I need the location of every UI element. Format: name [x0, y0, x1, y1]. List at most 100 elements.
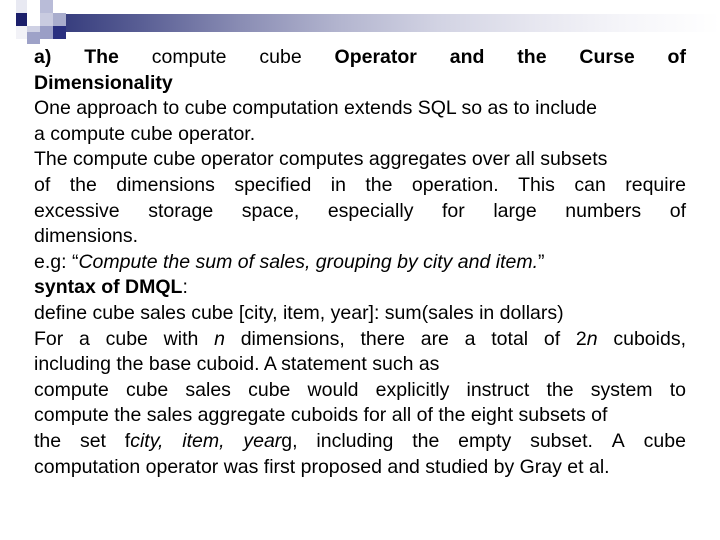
word: a: [464, 327, 476, 350]
example-suffix: ”: [538, 250, 545, 273]
heading-word: The: [84, 46, 119, 68]
heading-word: Operator: [334, 46, 417, 68]
body-line-3: The compute cube operator computes aggre…: [34, 148, 608, 171]
word: cuboids,: [613, 327, 686, 350]
body-line-13: compute the sales aggregate cuboids for …: [34, 404, 608, 427]
mosaic-square: [53, 0, 66, 13]
mosaic-square: [27, 0, 40, 13]
power-exponent: n: [586, 327, 598, 350]
word: are: [420, 327, 449, 350]
word-italic: year: [243, 429, 282, 452]
word: numbers: [565, 199, 642, 222]
heading-word: compute: [151, 46, 227, 68]
syntax-label: syntax of DMQL: [34, 276, 183, 299]
body-line-1: One approach to cube computation extends…: [34, 97, 597, 120]
set-close-brace: yearg,: [243, 429, 297, 455]
word: system: [590, 378, 653, 401]
word: the: [365, 173, 393, 196]
mosaic-square: [27, 13, 40, 26]
word: total: [491, 327, 529, 350]
heading-word: Curse: [579, 46, 635, 68]
word: compute: [34, 378, 109, 401]
word: A: [611, 429, 625, 452]
word: large: [493, 199, 537, 222]
brace-glyph: g,: [281, 429, 298, 452]
word: sales: [185, 378, 231, 401]
word: with: [163, 327, 199, 350]
body-line-12: compute cube sales cube would explicitly…: [34, 378, 686, 404]
body-line-9: define cube sales cube [city, item, year…: [34, 301, 564, 324]
body-line-10: For a cube with n dimensions, there are …: [34, 327, 686, 353]
word: a: [79, 327, 90, 350]
body-line-2: a compute cube operator.: [34, 122, 256, 145]
slide-body: a) The compute cube Operator and the Cur…: [34, 45, 686, 480]
word: for: [442, 199, 465, 222]
word: cube: [125, 378, 169, 401]
body-line-4: of the dimensions specified in the opera…: [34, 173, 686, 199]
heading-word: of: [667, 46, 686, 68]
gradient-bar: [16, 14, 720, 32]
word: including: [316, 429, 394, 452]
word: operation.: [411, 173, 499, 196]
mosaic-square: [40, 13, 53, 26]
word: For: [34, 327, 64, 350]
body-line-14: the set fcity, item, yearg, including th…: [34, 429, 686, 455]
example-prefix: e.g: “: [34, 250, 79, 273]
body-line-5: excessive storage space, especially for …: [34, 199, 686, 225]
word: the: [69, 173, 97, 196]
word: require: [625, 173, 686, 196]
word-italic: city,: [130, 429, 164, 452]
word-italic-n: n: [214, 327, 225, 350]
word: empty: [458, 429, 512, 452]
word: space,: [241, 199, 300, 222]
heading-word: the: [517, 46, 547, 68]
body-line-15: computation operator was first proposed …: [34, 455, 610, 478]
mosaic-square: [53, 13, 66, 26]
word: the: [34, 429, 62, 452]
word: dimensions: [116, 173, 215, 196]
body-line-6: dimensions.: [34, 225, 139, 248]
body-line-7: e.g: “Compute the sum of sales, grouping…: [34, 250, 686, 276]
word: subset.: [530, 429, 593, 452]
heading-word: and: [449, 46, 485, 68]
example-quote: Compute the sum of sales, grouping by ci…: [78, 250, 539, 273]
word: to: [669, 378, 686, 401]
word: cube: [643, 429, 686, 452]
syntax-colon: :: [182, 276, 188, 299]
heading-line-2: Dimensionality: [34, 71, 173, 94]
word: excessive: [34, 199, 120, 222]
word: storage: [148, 199, 214, 222]
word: cube: [105, 327, 148, 350]
word: in: [330, 173, 346, 196]
word: cube: [248, 378, 291, 401]
mosaic-square-dark: [53, 26, 66, 39]
mosaic-square: [40, 0, 53, 13]
word: set: [79, 429, 106, 452]
mosaic-square: [40, 26, 53, 39]
word-italic: item,: [182, 429, 225, 452]
word: of: [543, 327, 561, 350]
word: This: [518, 173, 555, 196]
heading-word: cube: [259, 46, 302, 68]
word: especially: [327, 199, 414, 222]
word: the: [412, 429, 440, 452]
set-open-brace: fcity,: [125, 429, 164, 455]
word: dimensions,: [240, 327, 345, 350]
header-decoration: [0, 0, 720, 46]
slide: a) The compute cube Operator and the Cur…: [0, 0, 720, 540]
body-line-8: syntax of DMQL:: [34, 275, 686, 301]
word: instruct: [466, 378, 530, 401]
word: the: [546, 378, 574, 401]
heading-line-1: a) The compute cube Operator and the Cur…: [34, 45, 686, 71]
power-expression: 2n: [576, 327, 598, 353]
word: of: [34, 173, 51, 196]
power-base: 2: [575, 327, 587, 350]
mosaic-square: [27, 32, 40, 44]
heading-prefix: a): [34, 46, 52, 68]
word: would: [307, 378, 359, 401]
word: explicitly: [375, 378, 450, 401]
word: there: [360, 327, 405, 350]
body-line-11: including the base cuboid. A statement s…: [34, 353, 440, 376]
left-edge-fade: [0, 0, 16, 46]
word: of: [669, 199, 686, 222]
